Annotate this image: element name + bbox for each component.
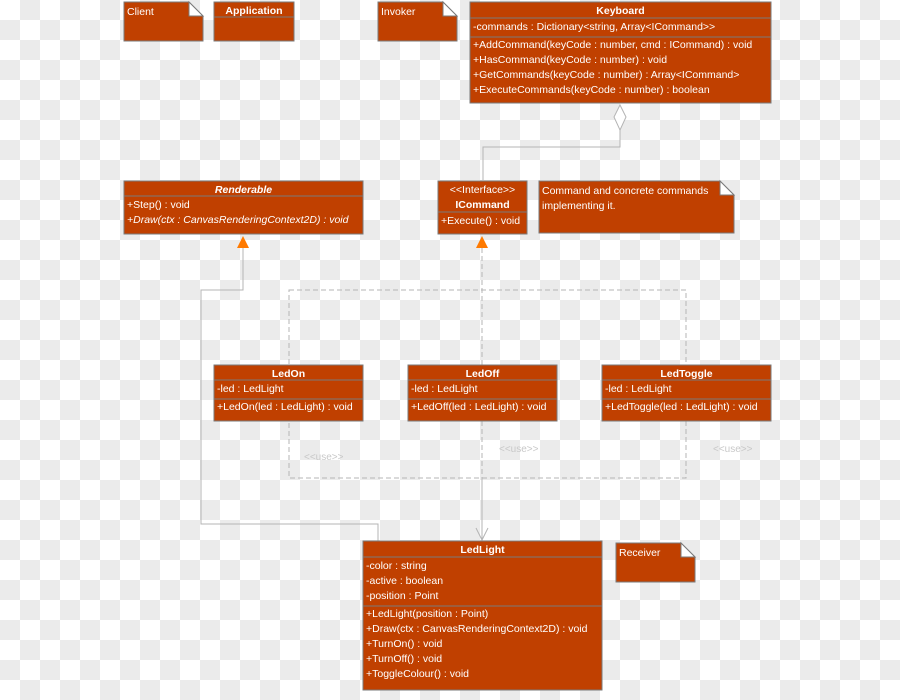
class-name: LedOn: [272, 368, 305, 380]
uml-class-diagram: <<use>> <<use>> <<use>> Client Invoker Com…: [123, 0, 772, 691]
note-text: Invoker: [381, 6, 416, 18]
class-method: +ToggleColour() : void: [366, 668, 469, 680]
class-method: +ExecuteCommands(keyCode : number) : boo…: [473, 84, 710, 96]
note-text: Client: [127, 6, 154, 18]
class-method: +Draw(ctx : CanvasRenderingContext2D) : …: [127, 214, 350, 226]
class-name: Renderable: [215, 184, 272, 196]
class-application[interactable]: Application: [213, 1, 295, 42]
class-method: +Draw(ctx : CanvasRenderingContext2D) : …: [366, 623, 588, 635]
class-method: +Execute() : void: [441, 215, 520, 227]
class-ledlight[interactable]: LedLight -color : string -active : boolean…: [362, 540, 603, 691]
class-keyboard[interactable]: Keyboard -commands : Dictionary<string, A…: [469, 1, 772, 104]
note-fold-icon: [719, 179, 736, 196]
class-renderable[interactable]: Renderable +Step() : void +Draw(ctx : Canv…: [123, 180, 364, 235]
note-fold-icon: [680, 541, 697, 558]
class-attribute: -led : LedLight: [605, 383, 672, 395]
class-ledtoggle[interactable]: LedToggle -led : LedLight +LedToggle(led :…: [601, 364, 772, 422]
realization-arrowhead-icon: [476, 236, 488, 248]
note-text: implementing it.: [542, 200, 616, 212]
note-client[interactable]: Client: [123, 0, 205, 42]
class-method: +LedOn(led : LedLight) : void: [217, 401, 353, 413]
class-method: +HasCommand(keyCode : number) : void: [473, 54, 667, 66]
class-icommand[interactable]: <<Interface>> ICommand +Execute() : void: [437, 180, 528, 235]
class-name: Keyboard: [596, 5, 644, 17]
note-fold-icon: [188, 0, 205, 17]
use-label-ledtoggle: <<use>>: [713, 444, 753, 455]
aggregation-diamond: [613, 103, 627, 132]
class-stereotype: <<Interface>>: [450, 184, 515, 196]
class-method: +Step() : void: [127, 199, 190, 211]
class-attribute: -color : string: [366, 560, 427, 572]
use-label-ledoff: <<use>>: [499, 444, 539, 455]
class-method: +AddCommand(keyCode : number, cmd : ICom…: [473, 39, 752, 51]
class-method: +LedToggle(led : LedLight) : void: [605, 401, 758, 413]
class-method: +LedLight(position : Point): [366, 608, 488, 620]
class-ledon[interactable]: LedOn -led : LedLight +LedOn(led : LedLigh…: [213, 364, 364, 422]
connectors: [200, 103, 687, 542]
class-attribute: -position : Point: [366, 590, 438, 602]
note-receiver[interactable]: Receiver: [615, 541, 697, 583]
aggregation-line-keyboard-icommand: [482, 130, 621, 180]
class-attribute: -active : boolean: [366, 575, 443, 587]
class-ledoff[interactable]: LedOff -led : LedLight +LedOff(led : LedLi…: [407, 364, 558, 422]
note-text: Receiver: [619, 547, 661, 559]
class-method: +TurnOn() : void: [366, 638, 443, 650]
note-command[interactable]: Command and concrete commands implementin…: [538, 179, 736, 234]
class-name: LedLight: [460, 544, 505, 556]
class-method: +GetCommands(keyCode : number) : Array<I…: [473, 69, 739, 81]
note-fold-icon: [442, 0, 459, 17]
class-attribute: -commands : Dictionary<string, Array<ICo…: [473, 21, 715, 33]
use-label-ledon: <<use>>: [304, 452, 344, 463]
class-attribute: -led : LedLight: [411, 383, 478, 395]
class-name: LedOff: [466, 368, 500, 380]
note-text: Command and concrete commands: [542, 185, 708, 197]
class-name: ICommand: [455, 199, 509, 211]
class-method: +TurnOff() : void: [366, 653, 442, 665]
class-attribute: -led : LedLight: [217, 383, 284, 395]
generalization-arrowhead-icon: [237, 236, 249, 248]
class-name: Application: [225, 5, 282, 17]
note-invoker[interactable]: Invoker: [377, 0, 459, 42]
class-name: LedToggle: [660, 368, 712, 380]
class-method: +LedOff(led : LedLight) : void: [411, 401, 547, 413]
